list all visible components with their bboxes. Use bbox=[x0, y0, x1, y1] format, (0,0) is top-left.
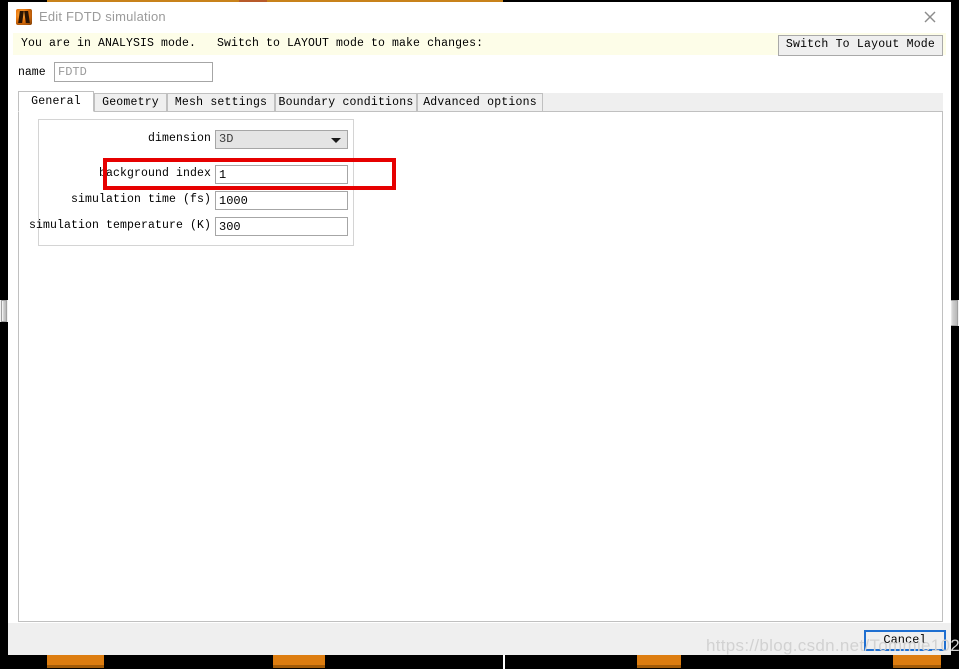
field-row-dimension: dimension bbox=[39, 130, 211, 149]
simulation-time-input[interactable] bbox=[215, 191, 348, 210]
taskbar-divider bbox=[503, 655, 505, 669]
simulation-temperature-input[interactable] bbox=[215, 217, 348, 236]
field-row-background-index: background index bbox=[39, 165, 211, 184]
close-icon[interactable] bbox=[919, 7, 941, 27]
chevron-down-icon bbox=[331, 138, 341, 143]
name-input[interactable] bbox=[54, 62, 213, 82]
background-scrollbar-left[interactable] bbox=[0, 300, 8, 322]
tab-boundary-conditions[interactable]: Boundary conditions bbox=[275, 93, 417, 111]
tab-mesh-settings[interactable]: Mesh settings bbox=[167, 93, 275, 111]
dialog-footer: Cancel bbox=[8, 623, 951, 655]
dialog-titlebar[interactable]: Edit FDTD simulation bbox=[8, 2, 951, 33]
dimension-value: 3D bbox=[219, 132, 234, 146]
simulation-settings-group: dimension 3D background index simulation… bbox=[29, 119, 396, 246]
simulation-temperature-label: simulation temperature (K) bbox=[28, 219, 211, 232]
taskbar-item[interactable] bbox=[47, 655, 104, 668]
taskbar[interactable] bbox=[0, 655, 959, 669]
tab-advanced-options[interactable]: Advanced options bbox=[417, 93, 543, 111]
analysis-mode-message: You are in ANALYSIS mode. Switch to LAYO… bbox=[21, 37, 484, 50]
taskbar-item[interactable] bbox=[893, 655, 941, 668]
analysis-mode-banner: You are in ANALYSIS mode. Switch to LAYO… bbox=[13, 33, 946, 56]
background-index-input[interactable] bbox=[215, 165, 348, 184]
edit-fdtd-simulation-dialog: Edit FDTD simulation You are in ANALYSIS… bbox=[8, 2, 951, 655]
tab-bar-filler bbox=[543, 93, 943, 112]
tab-general[interactable]: General bbox=[18, 91, 94, 112]
lumerical-logo-icon bbox=[16, 9, 32, 25]
general-tab-panel: dimension 3D background index simulation… bbox=[18, 111, 943, 622]
background-index-label: background index bbox=[98, 167, 211, 180]
field-row-simulation-time: simulation time (fs) bbox=[39, 191, 211, 210]
dimension-label: dimension bbox=[147, 132, 211, 145]
tab-geometry[interactable]: Geometry bbox=[94, 93, 167, 111]
switch-to-layout-mode-button[interactable]: Switch To Layout Mode bbox=[777, 35, 943, 56]
simulation-time-label: simulation time (fs) bbox=[70, 193, 211, 206]
scrollbar-thumb[interactable] bbox=[1, 300, 7, 322]
taskbar-item[interactable] bbox=[637, 655, 681, 668]
name-label: name bbox=[18, 66, 46, 79]
tab-bar: General Geometry Mesh settings Boundary … bbox=[18, 91, 943, 112]
taskbar-item[interactable] bbox=[273, 655, 325, 668]
cancel-button[interactable]: Cancel bbox=[864, 630, 946, 651]
dialog-title: Edit FDTD simulation bbox=[39, 9, 166, 24]
dimension-select[interactable]: 3D bbox=[215, 130, 348, 149]
field-row-simulation-temperature: simulation temperature (K) bbox=[29, 217, 211, 236]
